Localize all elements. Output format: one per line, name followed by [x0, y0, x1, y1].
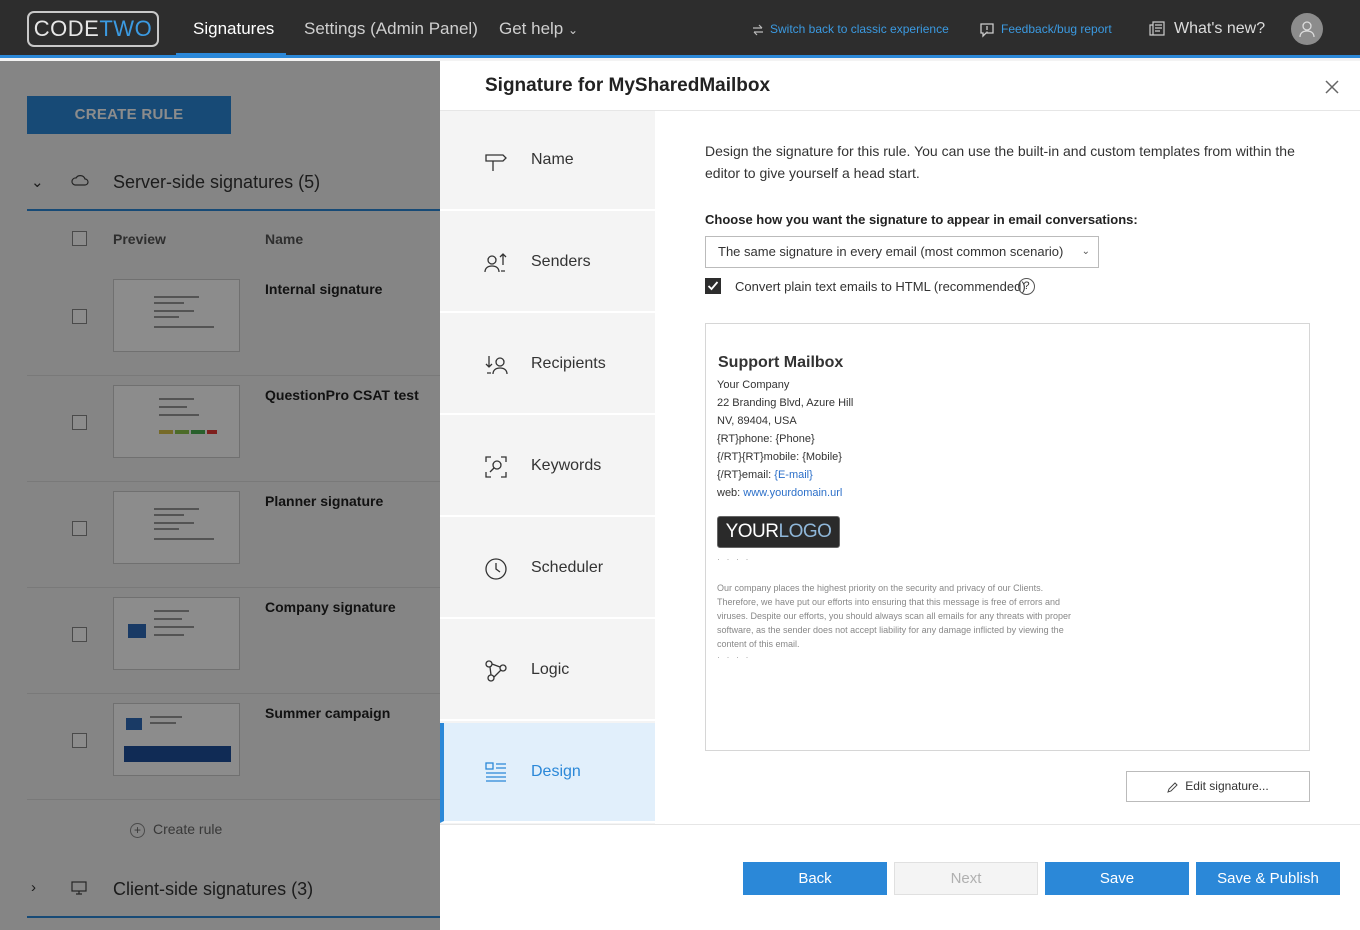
- feedback-label: Feedback/bug report: [1001, 22, 1112, 36]
- signature-mobile: {/RT}{RT}mobile: {Mobile}: [717, 451, 842, 463]
- recipient-icon: [485, 356, 508, 375]
- news-icon: [1149, 21, 1165, 36]
- signature-web-link: www.yourdomain.url: [743, 487, 843, 499]
- close-icon[interactable]: [1323, 78, 1341, 96]
- step-logic[interactable]: Logic: [440, 621, 655, 721]
- step-scheduler[interactable]: Scheduler: [440, 519, 655, 619]
- signature-phone: {RT}phone: {Phone}: [717, 433, 815, 445]
- step-label: Recipients: [531, 355, 606, 372]
- convert-html-checkbox[interactable]: [705, 278, 721, 294]
- wizard-steps: Name Senders Recipients Keywords Schedul…: [440, 111, 655, 824]
- next-button[interactable]: Next: [894, 862, 1038, 895]
- signature-display-name: Support Mailbox: [718, 354, 844, 371]
- step-design[interactable]: Design: [440, 723, 655, 823]
- dialog-title: Signature for MySharedMailbox: [485, 75, 771, 96]
- user-icon: [1299, 21, 1315, 38]
- logo-logo: LOGO: [778, 521, 832, 542]
- feedback-icon: [980, 23, 994, 38]
- modal-overlay[interactable]: [0, 61, 440, 930]
- signature-rule-dialog: Signature for MySharedMailbox Name Sende…: [440, 61, 1360, 930]
- step-label: Senders: [531, 253, 591, 270]
- design-step-content: Design the signature for this rule. You …: [655, 111, 1360, 824]
- signature-mode-label: Choose how you want the signature to app…: [705, 212, 1138, 227]
- checkmark-icon: [707, 281, 719, 291]
- pencil-icon: [1167, 782, 1179, 793]
- design-layout-icon: [485, 762, 506, 782]
- design-intro-text: Design the signature for this rule. You …: [705, 143, 1295, 181]
- separator-dots: · · · ·: [717, 652, 751, 662]
- switch-classic-label: Switch back to classic experience: [770, 22, 949, 36]
- feedback-link[interactable]: Feedback/bug report: [979, 0, 1112, 58]
- sender-icon: [484, 253, 507, 273]
- signature-mode-value: The same signature in every email (most …: [718, 244, 1064, 259]
- nav-get-help-label: Get help: [499, 19, 564, 38]
- back-button[interactable]: Back: [743, 862, 887, 895]
- step-label: Design: [531, 763, 581, 780]
- signature-company: Your Company: [717, 379, 790, 391]
- nav-active-indicator: [176, 53, 286, 58]
- step-name[interactable]: Name: [440, 111, 655, 211]
- signature-address-line2: NV, 89404, USA: [717, 415, 797, 427]
- logo-text-code: CODE: [33, 16, 100, 41]
- signpost-icon: [485, 154, 507, 171]
- step-label: Logic: [531, 661, 570, 678]
- nav-settings-admin-panel[interactable]: Settings (Admin Panel): [304, 0, 478, 58]
- top-navigation-bar: CODETWO Signatures Settings (Admin Panel…: [0, 0, 1360, 58]
- keyword-search-icon: [485, 456, 507, 478]
- logo-text-two: TWO: [99, 16, 153, 41]
- save-and-publish-button[interactable]: Save & Publish: [1196, 862, 1340, 895]
- whats-new-link[interactable]: What's new?: [1148, 0, 1265, 58]
- whats-new-label: What's new?: [1174, 20, 1266, 37]
- step-senders[interactable]: Senders: [440, 213, 655, 313]
- your-logo-image: YOURLOGO: [717, 516, 840, 548]
- help-icon[interactable]: ?: [1018, 278, 1035, 295]
- logo-your: YOUR: [725, 521, 779, 542]
- step-label: Name: [531, 151, 574, 168]
- switch-arrows-icon: [753, 24, 763, 36]
- signature-disclaimer: Our company places the highest priority …: [717, 583, 1071, 649]
- nav-get-help[interactable]: Get help ⌄: [499, 0, 578, 58]
- step-recipients[interactable]: Recipients: [440, 315, 655, 415]
- signature-preview: Support Mailbox Your Company 22 Branding…: [705, 323, 1310, 751]
- edit-signature-button[interactable]: Edit signature...: [1126, 771, 1310, 802]
- signature-email-link: {E-mail}: [774, 469, 813, 481]
- edit-signature-label: Edit signature...: [1185, 779, 1269, 793]
- save-button[interactable]: Save: [1045, 862, 1189, 895]
- step-label: Scheduler: [531, 559, 604, 576]
- signature-email: {/RT}email: {E-mail}: [717, 469, 813, 481]
- signature-address-line1: 22 Branding Blvd, Azure Hill: [717, 397, 854, 409]
- signature-email-prefix: {/RT}email:: [717, 469, 775, 481]
- signature-web-prefix: web:: [717, 487, 744, 499]
- user-avatar[interactable]: [1291, 13, 1323, 45]
- chevron-down-icon: ⌄: [1081, 246, 1090, 257]
- chevron-down-icon: ⌄: [568, 23, 579, 37]
- codetwo-logo[interactable]: CODETWO: [27, 11, 159, 47]
- separator-dots: · · · ·: [717, 554, 751, 564]
- convert-html-label[interactable]: Convert plain text emails to HTML (recom…: [735, 279, 1026, 294]
- divider: [440, 824, 1360, 825]
- nav-signatures[interactable]: Signatures: [193, 0, 274, 58]
- switch-classic-link[interactable]: Switch back to classic experience: [752, 0, 949, 58]
- clock-icon: [485, 558, 507, 580]
- logic-flow-icon: [485, 660, 507, 682]
- step-keywords[interactable]: Keywords: [440, 417, 655, 517]
- step-label: Keywords: [531, 457, 602, 474]
- signature-mode-dropdown[interactable]: The same signature in every email (most …: [705, 236, 1099, 268]
- signature-web: web: www.yourdomain.url: [717, 487, 842, 499]
